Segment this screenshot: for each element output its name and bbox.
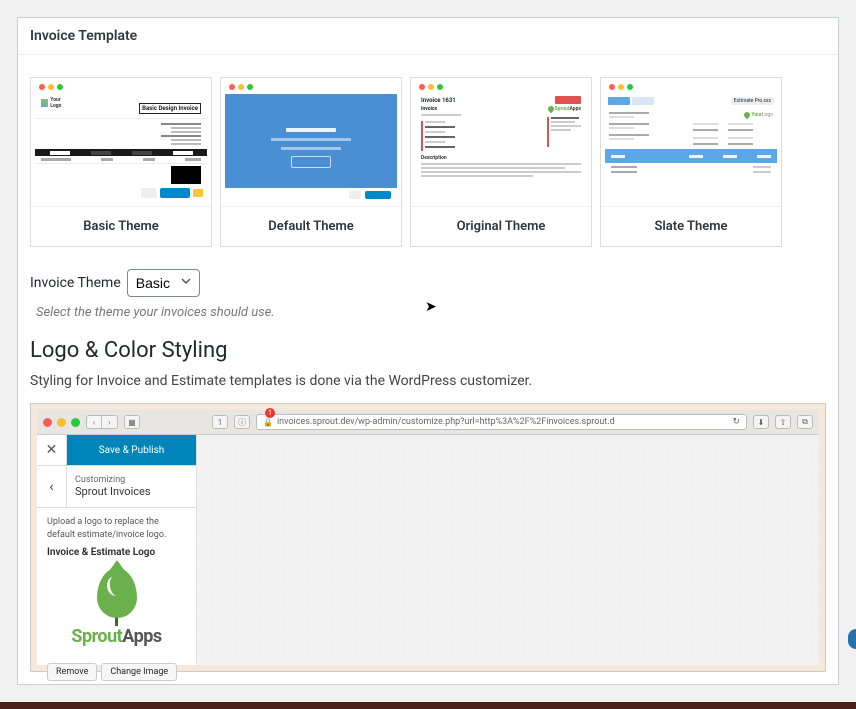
url-text: invoices.sprout.dev/wp-admin/customize.p… (277, 417, 615, 427)
invoice-template-panel: Invoice Template Your Logo Basic Design … (17, 17, 839, 685)
logo-styling-description: Styling for Invoice and Estimate templat… (18, 373, 838, 403)
theme-preview-default (221, 78, 401, 206)
save-publish-button[interactable]: Save & Publish (67, 435, 196, 465)
description-label: Description (421, 155, 581, 161)
customizer-preview-area (197, 435, 819, 665)
grid-icon: ▦ (124, 415, 140, 429)
your-logo: YourLogo (693, 112, 773, 118)
theme-name: Default Theme (221, 206, 401, 246)
window-controls (605, 82, 777, 94)
theme-preview-original: Invoice 1631 Invoice (411, 78, 591, 206)
theme-card-original[interactable]: Invoice 1631 Invoice (410, 77, 592, 247)
theme-select-row: Invoice Theme Basic (18, 269, 838, 305)
invoice-number: Invoice 1631 (421, 97, 456, 104)
url-bar: 🔒 invoices.sprout.dev/wp-admin/customize.… (256, 414, 747, 430)
logo-placeholder: Your Logo (41, 98, 71, 108)
estimate-badge: Estimate Pro.xxx (731, 97, 774, 105)
lock-icon: 🔒 (263, 418, 273, 427)
theme-preview-basic: Your Logo Basic Design Invoice (31, 78, 211, 206)
close-button[interactable]: ✕ (37, 435, 67, 465)
window-controls (415, 82, 587, 94)
one-icon: 1 (212, 415, 228, 429)
remove-button[interactable]: Remove (47, 663, 97, 681)
theme-name: Basic Theme (31, 206, 211, 246)
theme-card-default[interactable]: Default Theme (220, 77, 402, 247)
theme-select-hint: Select the theme your invoices should us… (18, 305, 838, 338)
theme-grid: Your Logo Basic Design Invoice Basic (18, 55, 838, 269)
browser-chrome: ‹› ▦ 1 ⓘ 🔒 invoices.sprout.dev/wp-admin/c… (37, 410, 819, 435)
panel-title: Invoice Template (18, 18, 838, 55)
back-icon: ‹ (86, 415, 102, 429)
theme-select[interactable]: Basic (127, 269, 200, 297)
share-icon: ⇧ (775, 415, 791, 429)
logo-field-label: Invoice & Estimate Logo (47, 547, 186, 558)
theme-name: Slate Theme (601, 206, 781, 246)
notification-badge: 1 (265, 408, 275, 418)
help-text: Upload a logo to replace the default est… (47, 516, 186, 541)
leaf-drop-icon (97, 568, 137, 618)
theme-card-basic[interactable]: Your Logo Basic Design Invoice Basic (30, 77, 212, 247)
change-image-button[interactable]: Change Image (101, 663, 177, 681)
nav-breadcrumb: Customizing (75, 475, 151, 485)
window-controls (35, 82, 207, 94)
bottom-strip (0, 702, 856, 709)
nav-back-forward: ‹› (86, 415, 118, 429)
forward-icon: › (102, 415, 118, 429)
info-icon: ⓘ (234, 415, 250, 429)
theme-select-label: Invoice Theme (30, 275, 121, 291)
logo-styling-heading: Logo & Color Styling (18, 338, 838, 373)
customizer-sidebar: ✕ Save & Publish ‹ Customizing Sprout In… (37, 435, 197, 665)
nav-section-title: Sprout Invoices (75, 485, 151, 498)
refresh-icon: ↻ (732, 417, 740, 427)
tabs-icon: ⧉ (797, 415, 813, 429)
download-icon: ⬇ (753, 415, 769, 429)
theme-card-slate[interactable]: Estimate Pro.xxx YourLogo (600, 77, 782, 247)
window-controls (225, 82, 397, 94)
sprout-apps-logo: SproutApps (47, 562, 186, 655)
help-bubble[interactable] (848, 629, 856, 649)
theme-preview-slate: Estimate Pro.xxx YourLogo (601, 78, 781, 206)
customizer-screenshot: ‹› ▦ 1 ⓘ 🔒invoices.sprout.dev/wp-admin/c… (30, 403, 826, 672)
theme-name: Original Theme (411, 206, 591, 246)
back-button[interactable]: ‹ (37, 466, 67, 508)
sprout-logo: SproutApps (475, 106, 581, 112)
